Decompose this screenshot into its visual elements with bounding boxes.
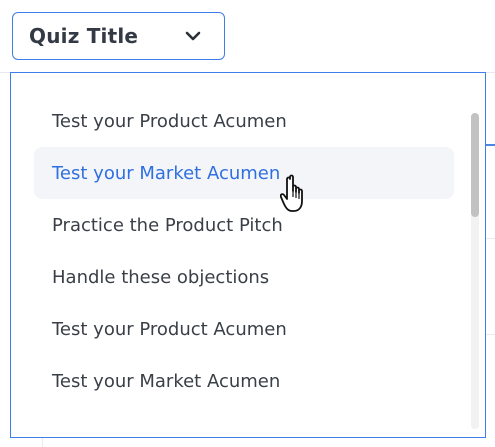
quiz-option[interactable]: Test your Product Acumen xyxy=(34,303,454,355)
menu-scrollbar[interactable] xyxy=(471,113,479,429)
page-canvas: Quiz Title Test your Product Acumen Test… xyxy=(0,0,495,447)
quiz-option-label: Test your Product Acumen xyxy=(52,318,287,340)
quiz-title-select-label: Quiz Title xyxy=(29,24,139,48)
quiz-option-label: Test your Product Acumen xyxy=(52,110,287,132)
background-column-line xyxy=(42,438,43,447)
quiz-title-dropdown-menu: Test your Product Acumen Test your Marke… xyxy=(10,72,486,438)
background-row-divider xyxy=(486,238,495,239)
background-row-divider xyxy=(486,334,495,335)
chevron-down-icon xyxy=(182,25,204,47)
quiz-option[interactable]: Test your Product Acumen xyxy=(34,95,454,147)
quiz-option-hovered[interactable]: Test your Market Acumen xyxy=(34,147,454,199)
quiz-option-label: Handle these objections xyxy=(52,266,270,288)
quiz-option[interactable]: Practice the Product Pitch xyxy=(34,199,454,251)
quiz-title-select[interactable]: Quiz Title xyxy=(12,12,225,60)
quiz-option-list: Test your Product Acumen Test your Marke… xyxy=(11,95,467,407)
quiz-option-label: Practice the Product Pitch xyxy=(52,214,283,236)
background-table-header-line xyxy=(486,144,495,146)
quiz-option-label: Test your Market Acumen xyxy=(52,162,281,184)
menu-scrollbar-thumb[interactable] xyxy=(471,113,479,217)
quiz-option[interactable]: Handle these objections xyxy=(34,251,454,303)
quiz-option[interactable]: Test your Market Acumen xyxy=(34,355,454,407)
quiz-option-label: Test your Market Acumen xyxy=(52,370,281,392)
